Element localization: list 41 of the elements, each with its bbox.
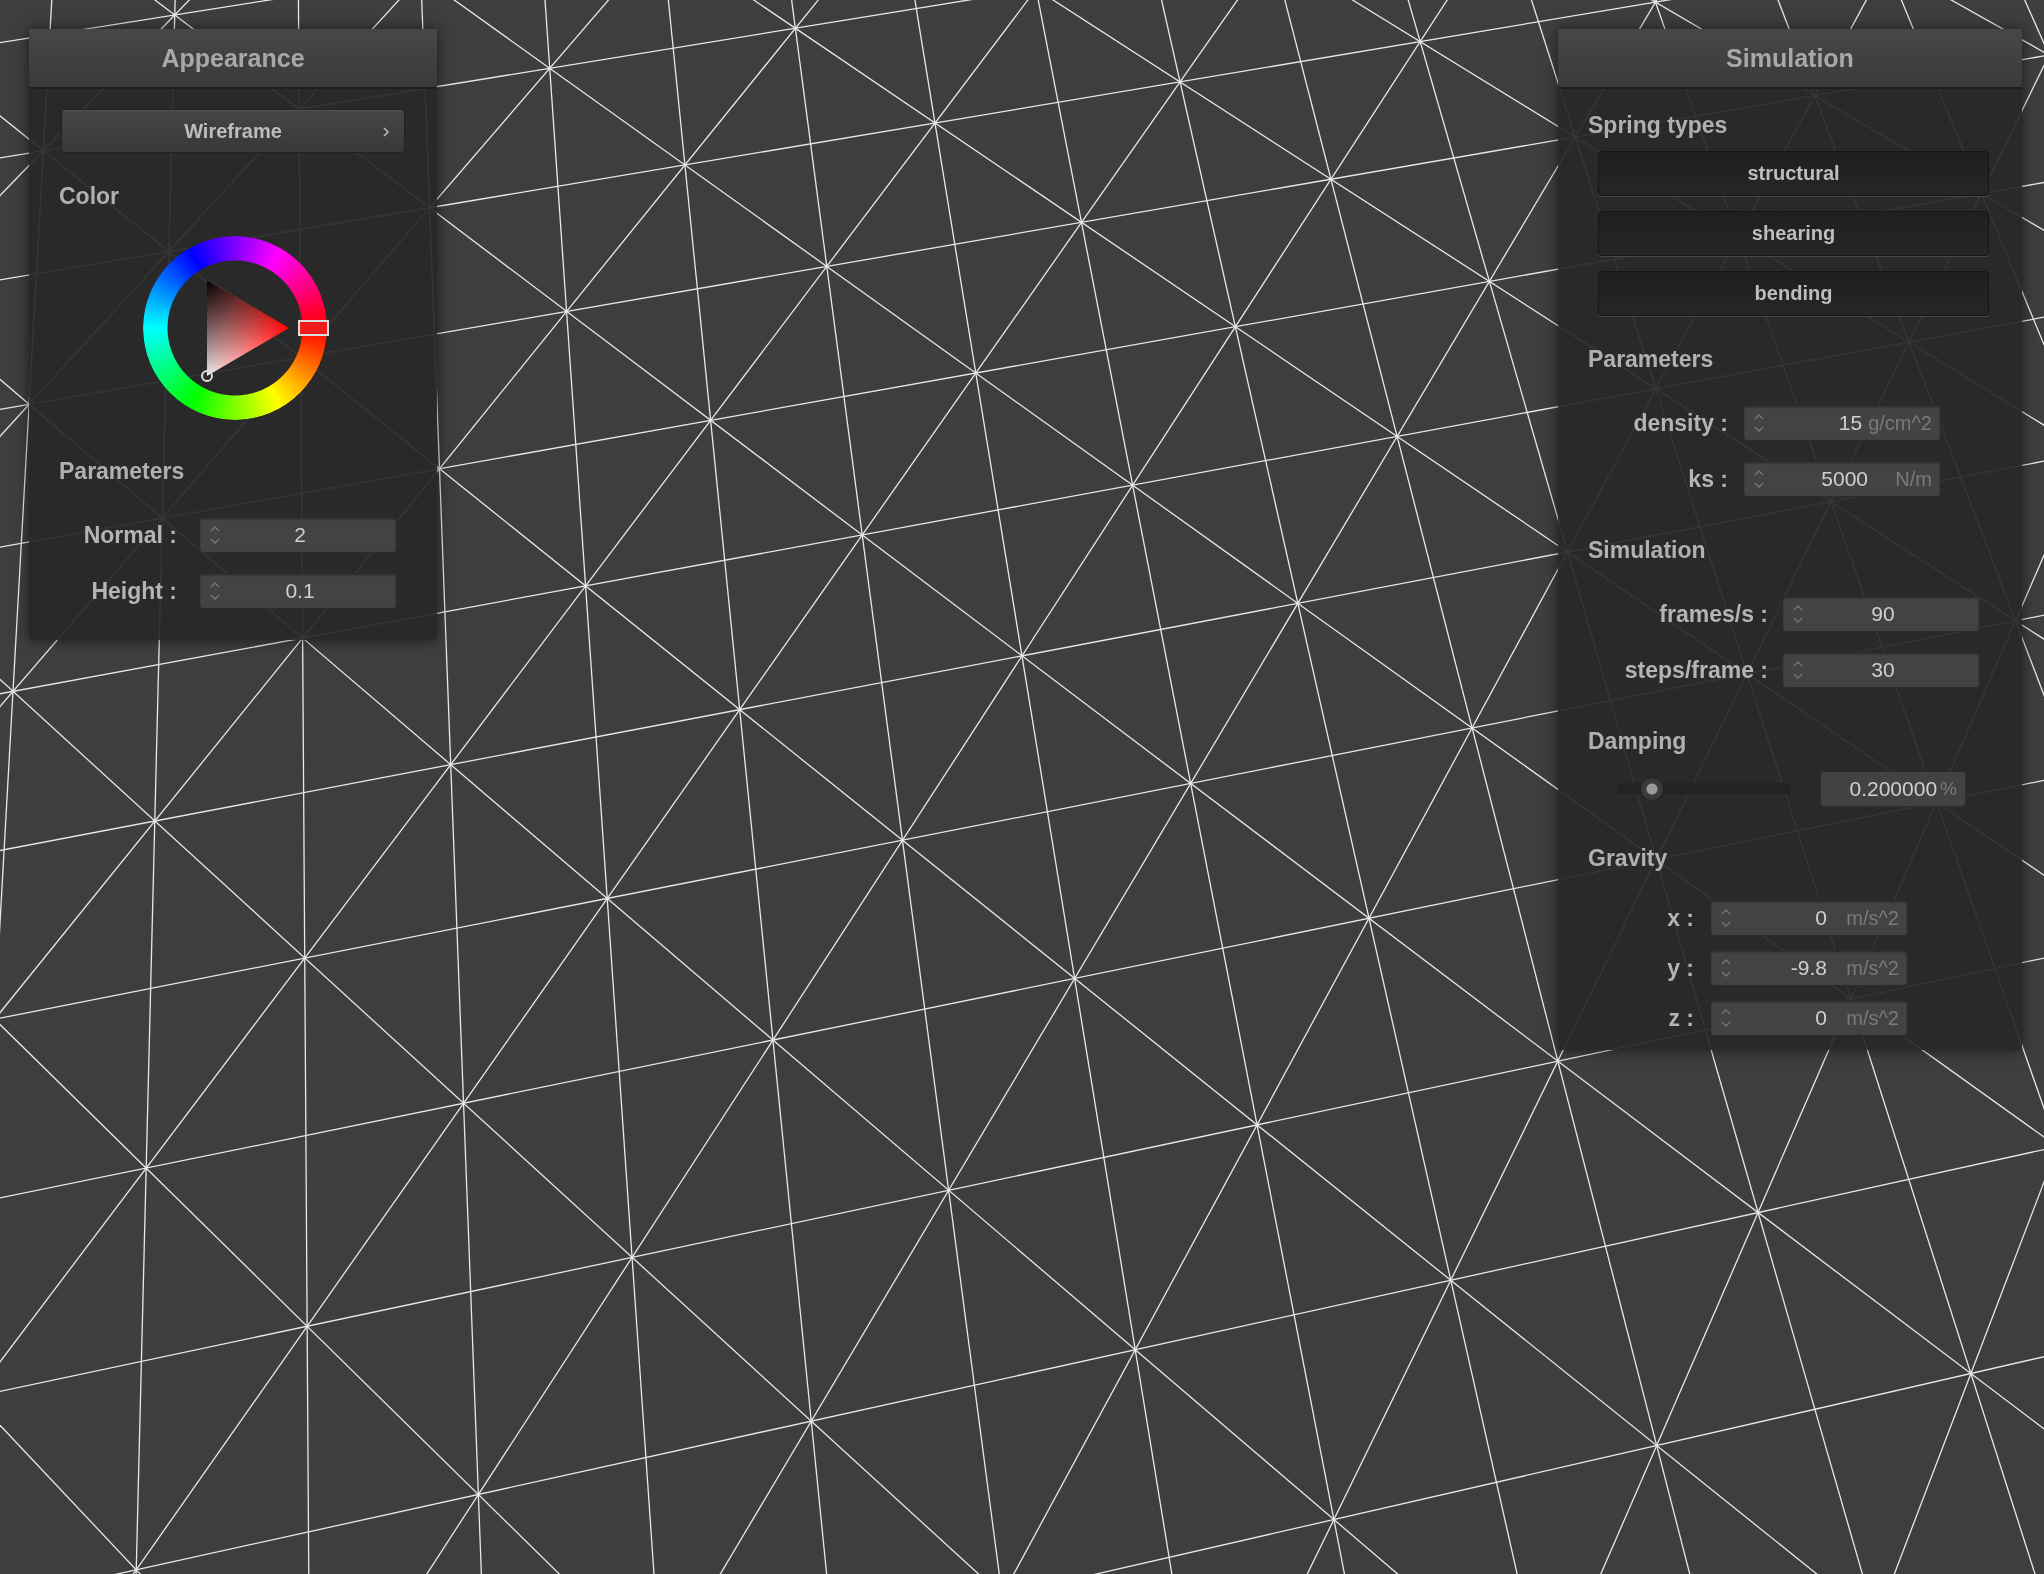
spinner-arrows-icon[interactable] [1721, 1008, 1731, 1028]
section-heading: Spring types [1588, 112, 1729, 139]
number-input[interactable]: 30 [1782, 652, 1980, 688]
panel-title: Simulation [1558, 29, 2022, 89]
section-heading: Color [59, 183, 121, 210]
section-heading: Parameters [1588, 346, 1715, 373]
spinner-arrows-icon[interactable] [1793, 604, 1803, 624]
field-label: steps/frame : [1623, 656, 1768, 684]
spinner-arrows-icon[interactable] [1793, 660, 1803, 680]
spinner-arrows-icon[interactable] [1754, 413, 1764, 433]
section-heading: Simulation [1588, 537, 1707, 564]
toggle-button[interactable]: structural [1598, 151, 1989, 196]
toggle-button[interactable]: shearing [1598, 211, 1989, 256]
panel-title: Appearance [29, 29, 437, 89]
chevron-right-icon [382, 126, 390, 138]
field-label: ks : [1687, 465, 1728, 493]
field-label: z : [1667, 1004, 1694, 1032]
spinner-arrows-icon[interactable] [210, 581, 220, 601]
number-input[interactable]: 90 [1782, 596, 1980, 632]
unit-label: % [1940, 778, 1957, 800]
field-label: frames/s : [1658, 600, 1768, 628]
section-heading: Damping [1588, 728, 1688, 755]
spinner-arrows-icon[interactable] [210, 525, 220, 545]
field-label: y : [1666, 954, 1694, 982]
spinner-arrows-icon[interactable] [1754, 469, 1764, 489]
hue-handle[interactable] [298, 320, 329, 336]
field-label: Height : [90, 577, 177, 605]
color-handle[interactable] [201, 370, 213, 382]
number-input[interactable]: 2 [199, 517, 397, 553]
number-input[interactable]: 0.1 [199, 573, 397, 609]
section-heading: Parameters [59, 458, 186, 485]
field-label: x : [1666, 904, 1694, 932]
field-label: Normal : [82, 521, 177, 549]
toggle-button[interactable]: bending [1598, 271, 1989, 316]
slider-thumb[interactable] [1639, 777, 1664, 801]
spinner-arrows-icon[interactable] [1721, 958, 1731, 978]
section-heading: Gravity [1588, 845, 1669, 872]
spinner-arrows-icon[interactable] [1721, 908, 1731, 928]
dropdown-button[interactable]: Wireframe [61, 109, 405, 153]
field-label: density : [1632, 409, 1728, 437]
number-input[interactable]: 0.200000% [1820, 771, 1966, 807]
